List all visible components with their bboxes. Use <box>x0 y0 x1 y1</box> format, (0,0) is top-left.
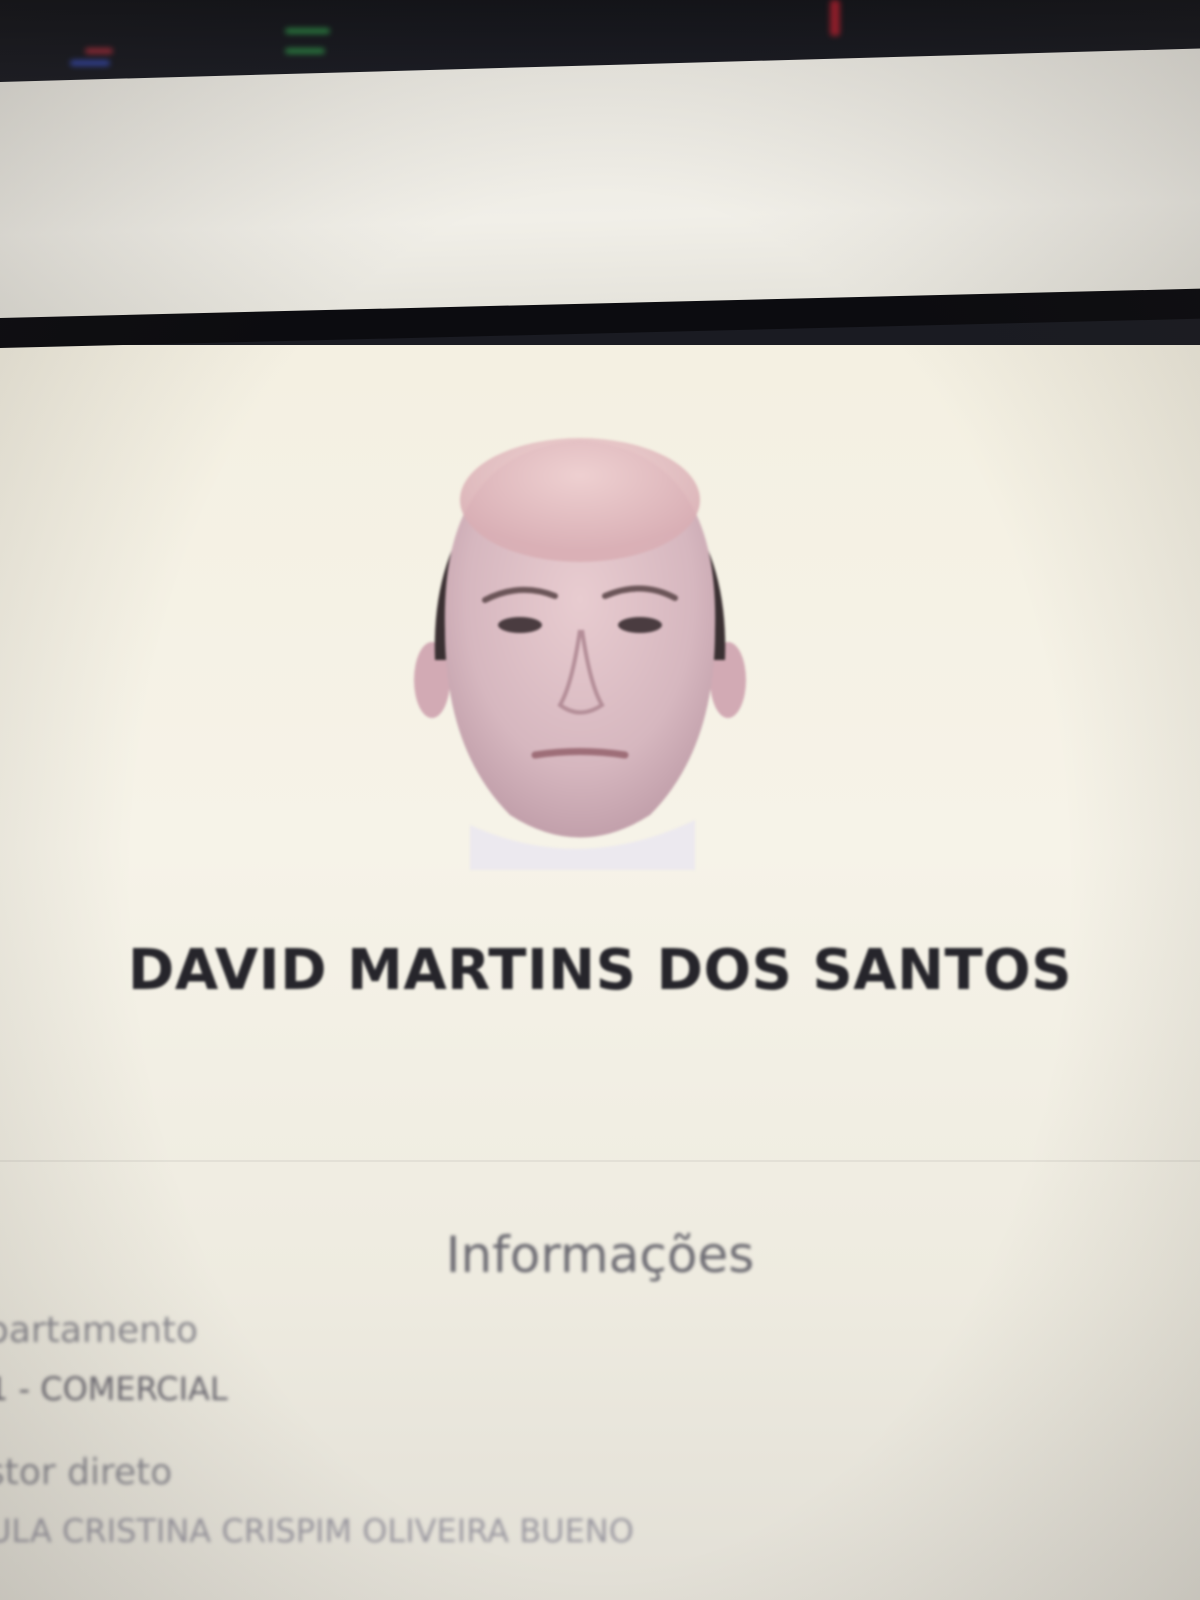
info-section-title: Informações <box>445 1226 755 1284</box>
employee-name: DAVID MARTINS DOS SANTOS <box>127 938 1073 1003</box>
section-divider <box>0 1160 1200 1162</box>
field-value-department: 1 - COMERCIAL <box>0 1370 228 1408</box>
field-label-manager: stor direto <box>0 1452 173 1493</box>
screen: DAVID MARTINS DOS SANTOS Informações par… <box>0 0 1200 1600</box>
taskbar-blur-mark <box>85 48 113 54</box>
taskbar-blur-mark <box>285 28 330 34</box>
taskbar-blur-mark <box>830 0 840 36</box>
field-label-department: partamento <box>0 1310 199 1351</box>
taskbar-blur-mark <box>285 48 325 54</box>
field-value-manager: ULA CRISTINA CRISPIM OLIVEIRA BUENO <box>0 1512 634 1550</box>
profile-photo <box>414 438 746 870</box>
taskbar-blur-mark <box>70 60 110 66</box>
